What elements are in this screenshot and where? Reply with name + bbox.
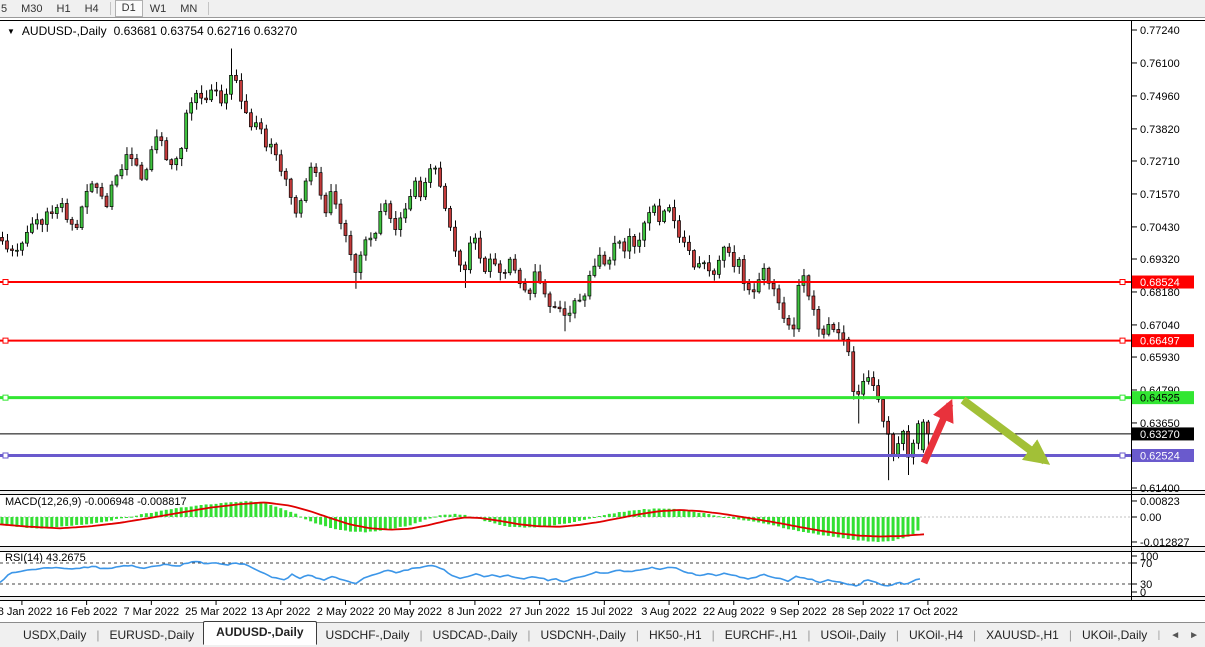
tab-divider: |	[1157, 629, 1161, 641]
hline-price-label: 0.64525	[1140, 393, 1180, 405]
date-tick-label: 9 Sep 2022	[770, 606, 826, 618]
date-tick-label: 27 Jun 2022	[509, 606, 570, 618]
macd-tick-label: 0.00823	[1140, 496, 1180, 508]
tab-divider: |	[711, 628, 715, 642]
chart-background	[0, 18, 1205, 647]
price-tick-label: 0.73820	[1140, 124, 1180, 136]
tab-scroll-arrows: | ◄ ►	[1157, 630, 1199, 641]
date-tick-label: 28 Sep 2022	[832, 606, 894, 618]
rsi-tick-label: 70	[1140, 558, 1152, 570]
date-tick-label: 13 Apr 2022	[251, 606, 310, 618]
tab-scroll-right-icon[interactable]: ►	[1189, 630, 1199, 641]
hline-price-label: 0.68524	[1140, 277, 1180, 289]
hline-price-label: 0.66497	[1140, 336, 1180, 348]
date-tick-label: 20 May 2022	[378, 606, 442, 618]
price-tick-label: 0.65930	[1140, 352, 1180, 364]
price-tick-label: 0.76100	[1140, 58, 1180, 70]
date-tick-label: 16 Feb 2022	[56, 606, 118, 618]
symbol-period-label: AUDUSD-,Daily	[21, 24, 107, 38]
price-tick-label: 0.61400	[1140, 483, 1180, 495]
macd-tick-label: 0.00	[1140, 512, 1161, 524]
tab-usdcnh-daily[interactable]: USDCNH-,Daily	[531, 625, 634, 645]
mt4-window: 5 M30 H1 H4 D1 W1 MN 0.77240 0.76100 0.74960 0.73…	[0, 0, 1205, 647]
tab-divider: |	[96, 628, 100, 642]
timeframe-button-mn[interactable]: MN	[173, 1, 204, 17]
tab-divider: |	[973, 628, 977, 642]
tab-divider: |	[807, 628, 811, 642]
timeframe-button-d1[interactable]: D1	[114, 0, 143, 17]
rsi-tick-label: 0	[1140, 587, 1146, 599]
tab-hk50-h1[interactable]: HK50-,H1	[640, 625, 711, 645]
date-tick-label: 25 Mar 2022	[185, 606, 247, 618]
date-tick-label: 15 Jul 2022	[576, 606, 633, 618]
toolbar-separator	[208, 2, 210, 15]
panel-splitter[interactable]	[0, 547, 1205, 551]
timeframe-button-5[interactable]: 5	[0, 1, 14, 17]
chart-title: ▼ AUDUSD-,Daily 0.63681 0.63754 0.62716 …	[7, 24, 297, 38]
panel-splitter	[0, 597, 1205, 600]
tab-divider: |	[635, 628, 639, 642]
tab-divider: |	[527, 628, 531, 642]
tab-eurchf-h1[interactable]: EURCHF-,H1	[716, 625, 807, 645]
price-tick-label: 0.67040	[1140, 320, 1180, 332]
macd-tick-label: -0.012827	[1140, 537, 1190, 549]
tab-xauusd-h1[interactable]: XAUUSD-,H1	[977, 625, 1068, 645]
symbol-tabs: USDX,Daily | EURUSD-,Daily AUDUSD-,Daily USD…	[14, 621, 1156, 645]
hline-price-label: 0.63270	[1140, 429, 1180, 441]
date-tick-label: 28 Jan 2022	[0, 606, 52, 618]
price-tick-label: 0.70430	[1140, 222, 1180, 234]
tab-usdx-daily[interactable]: USDX,Daily	[14, 625, 95, 645]
date-tick-label: 22 Aug 2022	[703, 606, 765, 618]
rsi-indicator-label: RSI(14) 43.2675	[5, 552, 86, 564]
price-tick-label: 0.71570	[1140, 189, 1180, 201]
tab-divider: |	[895, 628, 900, 642]
tab-usdcad-daily[interactable]: USDCAD-,Daily	[424, 625, 527, 645]
price-tick-label: 0.69320	[1140, 254, 1180, 266]
date-tick-label: 2 May 2022	[317, 606, 374, 618]
date-tick-label: 8 Jun 2022	[448, 606, 502, 618]
price-tick-label: 0.74960	[1140, 91, 1180, 103]
toolbar-separator	[109, 2, 111, 15]
tab-usoil-daily[interactable]: USOil-,Daily	[812, 625, 895, 645]
tab-ukoil-h4[interactable]: UKOil-,H4	[900, 625, 972, 645]
timeframe-button-h1[interactable]: H1	[50, 1, 78, 17]
date-tick-label: 17 Oct 2022	[898, 606, 958, 618]
date-tick-label: 7 Mar 2022	[124, 606, 180, 618]
tab-divider: |	[419, 628, 423, 642]
symbol-tabbar: USDX,Daily | EURUSD-,Daily AUDUSD-,Daily USD…	[0, 621, 1205, 647]
tab-audusd-daily[interactable]: AUDUSD-,Daily	[203, 621, 317, 645]
price-tick-label: 0.72710	[1140, 156, 1180, 168]
tab-scroll-left-icon[interactable]: ◄	[1170, 630, 1180, 641]
tab-ukoil-daily[interactable]: UKOil-,Daily	[1073, 625, 1156, 645]
timeframe-button-w1[interactable]: W1	[143, 1, 174, 17]
price-tick-label: 0.77240	[1140, 25, 1180, 37]
tab-usdchf-daily[interactable]: USDCHF-,Daily	[317, 625, 419, 645]
date-tick-label: 3 Aug 2022	[641, 606, 697, 618]
timeframe-toolbar: 5 M30 H1 H4 D1 W1 MN	[0, 0, 1205, 18]
macd-indicator-label: MACD(12,26,9) -0.006948 -0.008817	[5, 496, 187, 508]
tab-divider: |	[1068, 628, 1072, 642]
collapse-arrow-icon[interactable]: ▼	[7, 27, 15, 36]
chart-canvas[interactable]: 0.77240 0.76100 0.74960 0.73820 0.72710 0.715…	[0, 0, 1205, 647]
panel-splitter[interactable]	[0, 491, 1205, 494]
ohlc-values: 0.63681 0.63754 0.62716 0.63270	[113, 24, 298, 38]
timeframe-button-m30[interactable]: M30	[14, 1, 49, 17]
timeframe-button-h4[interactable]: H4	[78, 1, 106, 17]
tab-eurusd-daily[interactable]: EURUSD-,Daily	[100, 625, 203, 645]
hline-price-label: 0.62524	[1140, 451, 1180, 463]
